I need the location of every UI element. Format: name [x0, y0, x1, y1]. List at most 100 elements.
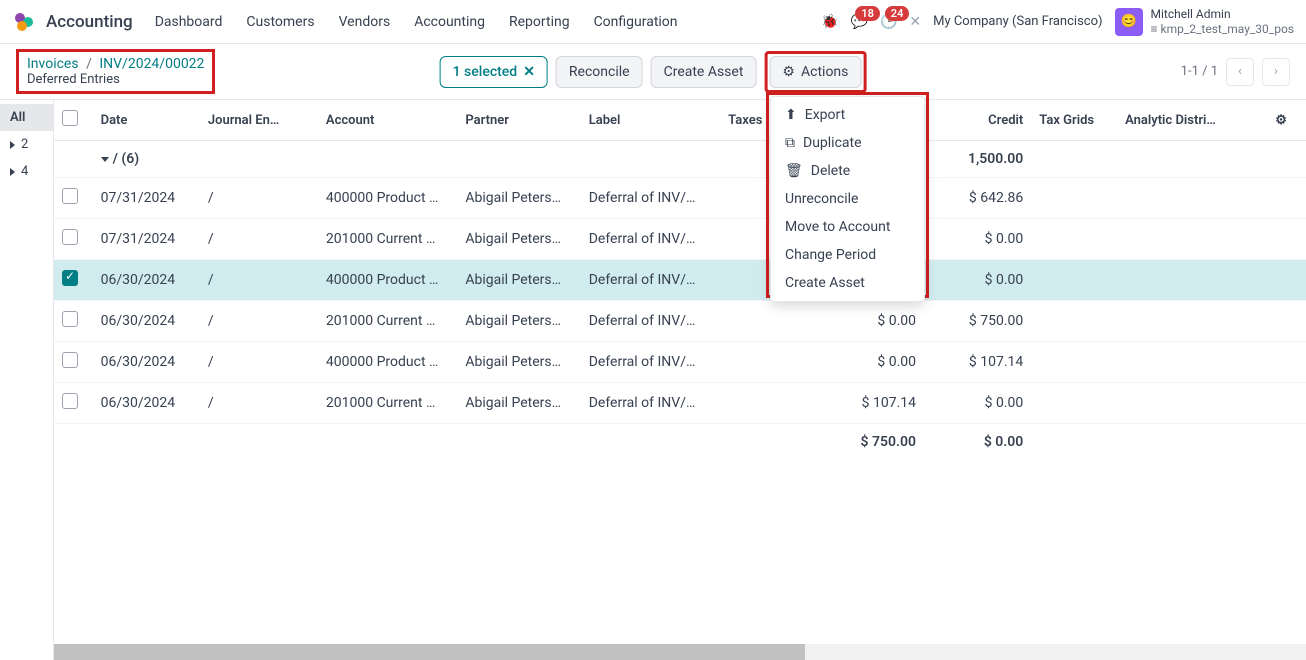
- table-row[interactable]: 07/31/2024 / 201000 Current … Abigail Pe…: [54, 219, 1306, 260]
- create-asset-button[interactable]: Create Asset: [651, 56, 757, 88]
- pager-next[interactable]: ›: [1262, 58, 1290, 86]
- messages-icon[interactable]: 💬18: [851, 14, 868, 30]
- nav-dashboard[interactable]: Dashboard: [155, 14, 223, 30]
- table: Date Journal En… Account Partner Label T…: [54, 100, 1306, 660]
- col-analytic[interactable]: Analytic Distri…: [1117, 100, 1267, 141]
- col-date[interactable]: Date: [93, 100, 200, 141]
- row-checkbox[interactable]: [54, 301, 93, 342]
- col-credit[interactable]: Credit: [924, 100, 1031, 141]
- cell-journal: /: [200, 301, 318, 342]
- cell-analytic: [1117, 301, 1267, 342]
- adjust-icon[interactable]: ⚙: [1275, 113, 1287, 128]
- action-delete[interactable]: 🗑Delete: [771, 157, 924, 185]
- table-row[interactable]: 06/30/2024 / 400000 Product … Abigail Pe…: [54, 342, 1306, 383]
- cell-analytic: [1117, 219, 1267, 260]
- caret-down-icon: [101, 157, 109, 162]
- table-row[interactable]: 06/30/2024 / 201000 Current … Abigail Pe…: [54, 301, 1306, 342]
- cell-debit: $ 0.00: [817, 301, 924, 342]
- table-row[interactable]: 06/30/2024 / 201000 Current … Abigail Pe…: [54, 383, 1306, 424]
- center-controls: 1 selected ✕ Reconcile Create Asset ⚙ Ac…: [440, 51, 867, 93]
- col-adjust[interactable]: ⚙: [1267, 100, 1306, 141]
- actions-dropdown: ⬆Export ⧉Duplicate 🗑Delete Unreconcile M…: [770, 96, 925, 302]
- cell-label: Deferral of INV/…: [581, 178, 720, 219]
- action-move-to-account[interactable]: Move to Account: [771, 213, 924, 241]
- table-row[interactable]: 06/30/2024 / 400000 Product … Abigail Pe…: [54, 260, 1306, 301]
- breadcrumb-record[interactable]: INV/2024/00022: [99, 56, 204, 72]
- nav-vendors[interactable]: Vendors: [339, 14, 391, 30]
- cell-date: 06/30/2024: [93, 383, 200, 424]
- total-credit: $ 0.00: [924, 424, 1031, 461]
- row-checkbox[interactable]: [54, 178, 93, 219]
- cell-analytic: [1117, 342, 1267, 383]
- cell-analytic: [1117, 383, 1267, 424]
- actions-button[interactable]: ⚙ Actions: [769, 56, 861, 88]
- cell-partner: Abigail Peters…: [457, 342, 580, 383]
- tools-icon[interactable]: ✕: [909, 14, 921, 30]
- col-account[interactable]: Account: [318, 100, 457, 141]
- app-name[interactable]: Accounting: [46, 12, 133, 32]
- pager-prev[interactable]: ‹: [1226, 58, 1254, 86]
- action-duplicate[interactable]: ⧉Duplicate: [771, 129, 924, 157]
- col-label[interactable]: Label: [581, 100, 720, 141]
- sidebar-item-4[interactable]: 4: [0, 158, 53, 185]
- nav-customers[interactable]: Customers: [246, 14, 314, 30]
- cell-date: 07/31/2024: [93, 178, 200, 219]
- col-journal[interactable]: Journal En…: [200, 100, 318, 141]
- activities-icon[interactable]: 🕒24: [880, 14, 897, 30]
- nav-accounting[interactable]: Accounting: [414, 14, 485, 30]
- cell-credit: $ 0.00: [924, 383, 1031, 424]
- company-selector[interactable]: My Company (San Francisco): [933, 14, 1102, 29]
- action-unreconcile[interactable]: Unreconcile: [771, 185, 924, 213]
- cell-taxes: [720, 383, 817, 424]
- cell-partner: Abigail Peters…: [457, 178, 580, 219]
- row-checkbox[interactable]: [54, 342, 93, 383]
- app-logo[interactable]: [12, 10, 36, 34]
- cell-tax-grids: [1031, 301, 1117, 342]
- cell-account: 400000 Product …: [318, 342, 457, 383]
- cell-date: 06/30/2024: [93, 342, 200, 383]
- selection-pill[interactable]: 1 selected ✕: [440, 56, 548, 88]
- col-tax-grids[interactable]: Tax Grids: [1031, 100, 1117, 141]
- cell-debit: $ 0.00: [817, 342, 924, 383]
- sidebar-item-2[interactable]: 2: [0, 131, 53, 158]
- upload-icon: ⬆: [785, 107, 797, 123]
- action-change-period[interactable]: Change Period: [771, 241, 924, 269]
- breadcrumb-root[interactable]: Invoices: [27, 56, 79, 72]
- cell-tax-grids: [1031, 219, 1117, 260]
- nav-configuration[interactable]: Configuration: [594, 14, 678, 30]
- col-partner[interactable]: Partner: [457, 100, 580, 141]
- row-checkbox[interactable]: [54, 260, 93, 301]
- cell-analytic: [1117, 178, 1267, 219]
- cell-taxes: [720, 301, 817, 342]
- cell-label: Deferral of INV/…: [581, 342, 720, 383]
- pager: 1-1 / 1 ‹ ›: [1181, 58, 1290, 86]
- action-create-asset[interactable]: Create Asset: [771, 269, 924, 297]
- navbar: Accounting Dashboard Customers Vendors A…: [0, 0, 1306, 44]
- cell-credit: $ 0.00: [924, 260, 1031, 301]
- nav-reporting[interactable]: Reporting: [509, 14, 570, 30]
- cell-credit: $ 642.86: [924, 178, 1031, 219]
- pager-text[interactable]: 1-1 / 1: [1181, 64, 1218, 79]
- row-checkbox[interactable]: [54, 383, 93, 424]
- row-checkbox[interactable]: [54, 219, 93, 260]
- nav-right: 🐞 💬18 🕒24 ✕ My Company (San Francisco) 😊…: [821, 7, 1294, 36]
- reconcile-button[interactable]: Reconcile: [556, 56, 643, 88]
- bug-icon[interactable]: 🐞: [821, 14, 838, 30]
- user-db: ≡ kmp_2_test_may_30_pos: [1151, 22, 1294, 36]
- horizontal-scrollbar[interactable]: [54, 644, 1306, 660]
- cell-partner: Abigail Peters…: [457, 260, 580, 301]
- user-menu[interactable]: 😊 Mitchell Admin ≡ kmp_2_test_may_30_pos: [1115, 7, 1294, 36]
- close-icon[interactable]: ✕: [523, 64, 535, 80]
- select-all-header[interactable]: [54, 100, 93, 141]
- table-row[interactable]: 07/31/2024 / 400000 Product … Abigail Pe…: [54, 178, 1306, 219]
- action-export[interactable]: ⬆Export: [771, 101, 924, 129]
- cell-partner: Abigail Peters…: [457, 301, 580, 342]
- cell-partner: Abigail Peters…: [457, 383, 580, 424]
- breadcrumb-sub: Deferred Entries: [27, 72, 204, 87]
- sidebar-all[interactable]: All: [0, 104, 53, 131]
- messages-count: 18: [855, 6, 880, 21]
- group-row[interactable]: / (6) 1,500.00: [54, 141, 1306, 178]
- cell-date: 06/30/2024: [93, 260, 200, 301]
- cell-date: 07/31/2024: [93, 219, 200, 260]
- breadcrumb: Invoices / INV/2024/00022 Deferred Entri…: [16, 49, 215, 94]
